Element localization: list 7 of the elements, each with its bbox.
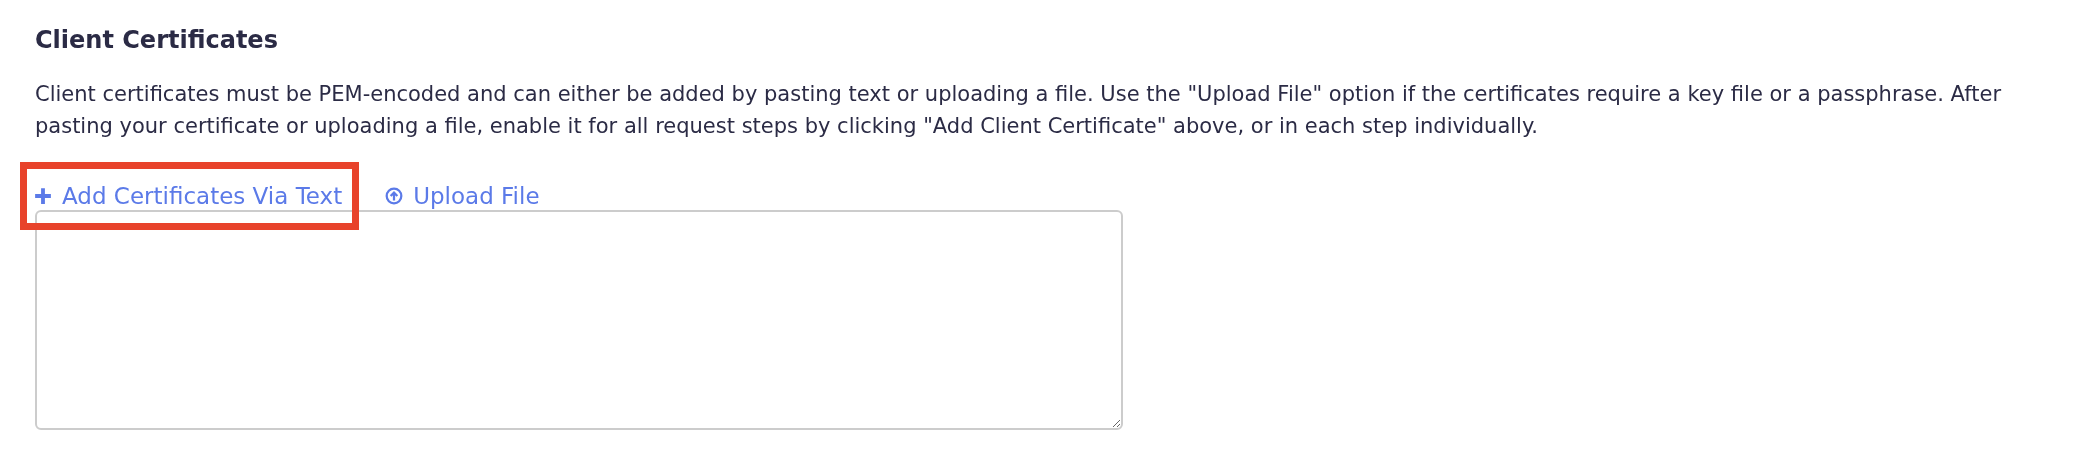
upload-icon — [385, 187, 404, 205]
certificate-text-field[interactable] — [35, 210, 1123, 430]
plus-icon — [34, 187, 52, 205]
option-link[interactable]: Upload File — [385, 183, 540, 209]
option-link[interactable]: Add Certificates Via Text — [34, 183, 343, 209]
section-title: Client Certificates — [35, 25, 279, 56]
description-text: Client certificates must be PEM-encoded and can either be added by pasting text or uploading a file. Use the "Upload File" option if the certificates require a key file or a passphrase. After pasting your certificate or uploading a file, enable it for all request steps by clicking "Add Client Certificate" above, or in each step individually. — [35, 81, 2003, 140]
